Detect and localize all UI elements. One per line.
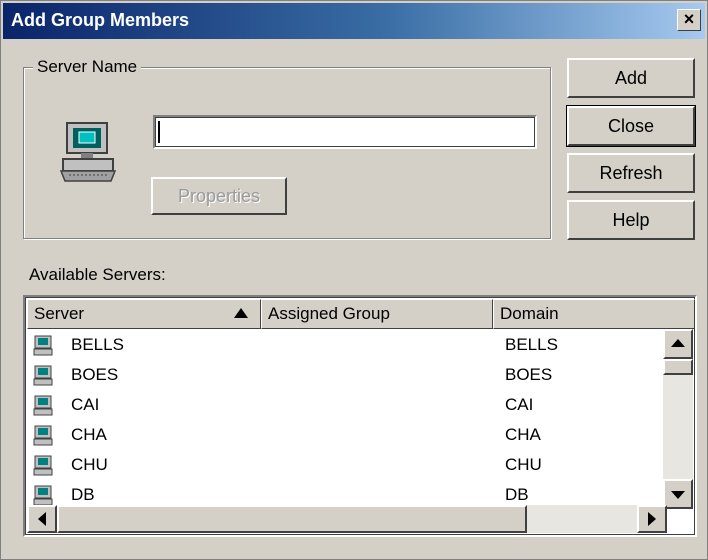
column-header-label: Domain [500, 304, 559, 323]
text-caret [158, 121, 160, 143]
column-header-label: Assigned Group [268, 304, 390, 323]
horizontal-scroll-thumb[interactable] [57, 505, 527, 533]
arrow-right-icon [648, 512, 656, 526]
server-cell: CAI [71, 395, 100, 414]
arrow-up-icon [671, 339, 685, 347]
server-cell: BELLS [71, 335, 124, 354]
properties-button[interactable]: Properties [151, 177, 287, 215]
list-item[interactable]: BOES BOES [27, 361, 667, 391]
sort-ascending-icon [234, 308, 248, 318]
scroll-down-button[interactable] [663, 479, 693, 509]
computer-icon [33, 335, 53, 356]
refresh-button[interactable]: Refresh [567, 153, 695, 193]
list-item[interactable]: BELLS BELLS [27, 331, 667, 361]
server-name-input[interactable] [153, 115, 537, 149]
scroll-left-button[interactable] [27, 505, 57, 533]
add-button[interactable]: Add [567, 58, 695, 98]
column-header-server[interactable]: Server [27, 299, 261, 329]
server-name-label: Server Name [33, 57, 142, 77]
column-header-assigned-group[interactable]: Assigned Group [261, 299, 493, 329]
server-cell: CHA [71, 425, 107, 444]
vertical-scrollbar[interactable] [663, 329, 693, 509]
domain-cell: DB [505, 485, 529, 504]
available-servers-label: Available Servers: [29, 265, 166, 284]
domain-cell: CHA [505, 425, 541, 444]
computer-icon [59, 122, 117, 182]
close-window-button[interactable]: × [677, 9, 701, 31]
server-cell: BOES [71, 365, 119, 384]
domain-cell: CAI [505, 395, 534, 414]
scroll-up-button[interactable] [663, 329, 693, 359]
domain-cell: BELLS [505, 335, 558, 354]
arrow-left-icon [38, 512, 46, 526]
computer-icon [33, 365, 53, 386]
close-button[interactable]: Close [566, 105, 696, 147]
list-item[interactable]: CHU CHU [27, 451, 667, 481]
domain-cell: BOES [505, 365, 553, 384]
server-cell: DB [71, 485, 95, 504]
title-bar[interactable]: Add Group Members × [3, 3, 705, 39]
computer-icon [33, 485, 53, 506]
column-header-domain[interactable]: Domain [493, 299, 695, 329]
horizontal-scrollbar[interactable] [27, 505, 667, 533]
window-title: Add Group Members [11, 10, 190, 30]
computer-icon [33, 395, 53, 416]
computer-icon [33, 455, 53, 476]
scroll-right-button[interactable] [637, 505, 667, 533]
scroll-thumb[interactable] [663, 359, 693, 375]
available-servers-list[interactable]: Server Assigned Group Domain BELLS BELLS… [23, 295, 697, 537]
help-button[interactable]: Help [567, 200, 695, 240]
computer-icon [33, 425, 53, 446]
domain-cell: CHU [505, 455, 542, 474]
list-item[interactable]: CAI CAI [27, 391, 667, 421]
arrow-down-icon [671, 491, 685, 499]
server-cell: CHU [71, 455, 108, 474]
column-header-label: Server [34, 304, 85, 323]
add-group-members-dialog: Add Group Members × Server Name Properti… [0, 0, 708, 560]
list-item[interactable]: CHA CHA [27, 421, 667, 451]
